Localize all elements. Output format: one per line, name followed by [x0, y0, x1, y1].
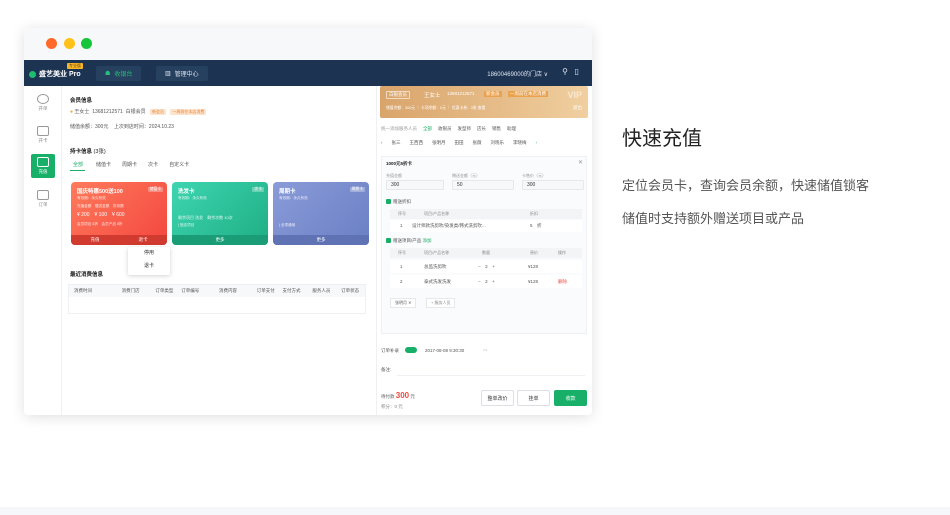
filter-count[interactable]: 次卡: [148, 161, 158, 171]
recharge-form: 1000元5折卡 ✕ 充值金额 赠送金额（元） 卡售价（元） 300 50 30…: [381, 156, 587, 334]
staff-role-tabs: 统一添加服务人员 全部 收银员 发型师 店长 销售 助理: [381, 126, 516, 131]
recent-visit-tag: 一周前在本店消费: [170, 109, 207, 115]
note-input[interactable]: [397, 362, 585, 376]
staff-chip[interactable]: 张明月 ✕: [390, 298, 417, 308]
cards-section-title: 持卡信息 (3张): [70, 149, 106, 155]
close-dot-icon[interactable]: [46, 38, 57, 49]
pay-amount: 300: [395, 391, 410, 400]
recharge-amount-input[interactable]: 300: [386, 180, 444, 190]
vip-mark: VIP: [567, 90, 582, 100]
close-icon[interactable]: ✕: [578, 159, 583, 166]
chart-icon: ▥: [165, 71, 171, 77]
feature-heading: 快速充值: [622, 128, 702, 150]
register-icon: ☗: [105, 71, 111, 77]
new-member-tag: 新会员: [150, 109, 166, 115]
history-table-header: 消费时间 消费门店 订单类型 订单编号 消费内容 订单支付 支付方式 服务人员 …: [69, 285, 365, 297]
avatar-icon: ●: [70, 109, 74, 115]
tab-admin[interactable]: ▥ 管理中心: [156, 66, 208, 81]
delete-item-link[interactable]: 删除: [558, 279, 567, 285]
edition-badge: 专业版: [67, 63, 83, 69]
gift-row: 2 泰式洗发洗发 − 2 + ¥128 删除: [390, 275, 582, 288]
sidebar-item-open-card[interactable]: 开卡: [31, 126, 55, 144]
member-gold-card: 白银会员 王女士 13681212571 新会员 一周前在本店消费 VIP 储值…: [380, 86, 588, 118]
staff-list: ‹ 张三 王西西 张明月 田田 张薇 刘晓乐 李晓梅 ›: [381, 140, 538, 146]
store-selector[interactable]: 18600469000的门店 ∨: [487, 69, 548, 78]
discount-table-header: 序号 项目/产品名称 折扣: [390, 209, 582, 219]
wash-card-more-button[interactable]: 更多: [172, 235, 268, 245]
card-filter-tabs: 全部 储值卡 周期卡 次卡 自定义卡: [70, 161, 189, 171]
tab-register[interactable]: ☗ 收银台: [96, 66, 142, 81]
stored-value-card[interactable]: 国庆特惠500送100 储值卡 有效期：永久有效 充值金额 赠送金额 折扣额 ¥…: [71, 182, 167, 245]
phone-icon[interactable]: ▯: [575, 67, 579, 76]
exit-member-button[interactable]: 退出: [573, 105, 582, 111]
sidebar-item-recharge[interactable]: 充值: [31, 154, 55, 178]
top-nav: 盛艺美业 Pro 专业版 ☗ 收银台 ▥ 管理中心 18600469000的门店 ∨…: [24, 60, 592, 86]
cash-icon: [37, 94, 49, 104]
member-stats: 储值余额：300元 上次到店时间：2024.10.23: [70, 124, 174, 130]
minimize-dot-icon[interactable]: [64, 38, 75, 49]
gift-amount-input[interactable]: 50: [452, 180, 514, 190]
card-price-input[interactable]: 300: [522, 180, 584, 190]
add-item-link[interactable]: 添加: [423, 238, 432, 243]
chevron-right-icon[interactable]: ›: [536, 140, 538, 146]
menu-disable[interactable]: 停用: [128, 247, 170, 260]
filter-stored[interactable]: 储值卡: [96, 161, 111, 171]
feature-line-2: 储值时支持额外赠送项目或产品: [622, 211, 805, 226]
gift-row: 1 总监洗剪吹 − 2 + ¥128: [390, 260, 582, 273]
filter-period[interactable]: 周期卡: [122, 161, 137, 171]
logo-icon: [29, 70, 36, 78]
maximize-dot-icon[interactable]: [81, 38, 92, 49]
change-price-button[interactable]: 整单改价: [481, 390, 514, 406]
filter-all[interactable]: 全部: [70, 161, 86, 171]
add-staff-button[interactable]: + 服务人员: [426, 298, 456, 308]
feature-line-1: 定位会员卡，查询会员余额，快速储值锁客: [622, 178, 870, 193]
sidebar-item-orders[interactable]: 订单: [31, 190, 55, 208]
footer-band: [0, 507, 950, 515]
member-panel: 会员信息 ● 王女士 13681212571 白银会员 新会员 一周前在本店消费…: [70, 86, 370, 415]
gift-items-toggle[interactable]: 赠送项目/产品 添加: [386, 238, 432, 244]
user-icon[interactable]: ⚲: [562, 67, 568, 76]
member-section-title: 会员信息: [70, 98, 93, 104]
app-window: 盛艺美业 Pro 专业版 ☗ 收银台 ▥ 管理中心 18600469000的门店 ∨…: [24, 28, 592, 415]
checkbox-icon: [386, 199, 391, 205]
wallet-icon: [37, 157, 49, 167]
quantity-stepper[interactable]: − 2 +: [478, 264, 495, 270]
window-chrome: [24, 28, 592, 60]
app-logo: 盛艺美业 Pro: [29, 69, 81, 79]
period-card[interactable]: 周期卡 周期卡 有效期：永久有效 | 全项通用 更多: [273, 182, 369, 245]
return-card-button[interactable]: 退卡: [139, 237, 148, 243]
recharge-panel: 白银会员 王女士 13681212571 新会员 一周前在本店消费 VIP 储值…: [376, 86, 592, 415]
recharge-card-button[interactable]: 充值: [91, 237, 100, 243]
card-icon: [37, 126, 49, 136]
history-section-title: 最近消费信息: [70, 272, 104, 278]
chevron-left-icon[interactable]: ‹: [381, 140, 383, 146]
sidebar: 开单 开卡 充值 订单: [24, 86, 62, 415]
menu-return[interactable]: 退卡: [128, 260, 170, 273]
wash-card[interactable]: 洗发卡 次卡 有效期：永久有效 剩余项目 洗发 剩余次数 10次 | 指定项目 …: [172, 182, 268, 245]
quantity-stepper[interactable]: − 2 +: [478, 279, 495, 285]
sidebar-item-open-order[interactable]: 开单: [31, 94, 55, 112]
calendar-icon[interactable]: ▭: [483, 347, 487, 353]
checkbox-icon: [386, 238, 391, 244]
discount-row: 1 设计师款洗剪吹/染发类/韩式洗剪吹... 5 折: [390, 220, 582, 232]
document-icon: [37, 190, 49, 200]
order-date[interactable]: 2017-08-08 9:30:30: [425, 348, 464, 353]
member-row: ● 王女士 13681212571 白银会员 新会员 一周前在本店消费: [70, 109, 207, 115]
card-action-menu: 停用 退卡: [128, 247, 170, 275]
order-fill-toggle[interactable]: [405, 347, 417, 353]
collect-payment-button[interactable]: 收款: [554, 390, 587, 406]
hold-order-button[interactable]: 挂单: [517, 390, 550, 406]
gift-discount-toggle[interactable]: 赠送折扣: [386, 199, 411, 205]
filter-custom[interactable]: 自定义卡: [169, 161, 189, 171]
history-table: 消费时间 消费门店 订单类型 订单编号 消费内容 订单支付 支付方式 服务人员 …: [68, 284, 366, 314]
gift-table-header: 序号 项目/产品名称 数量 原价 操作: [390, 248, 582, 258]
period-card-more-button[interactable]: 更多: [273, 235, 369, 245]
